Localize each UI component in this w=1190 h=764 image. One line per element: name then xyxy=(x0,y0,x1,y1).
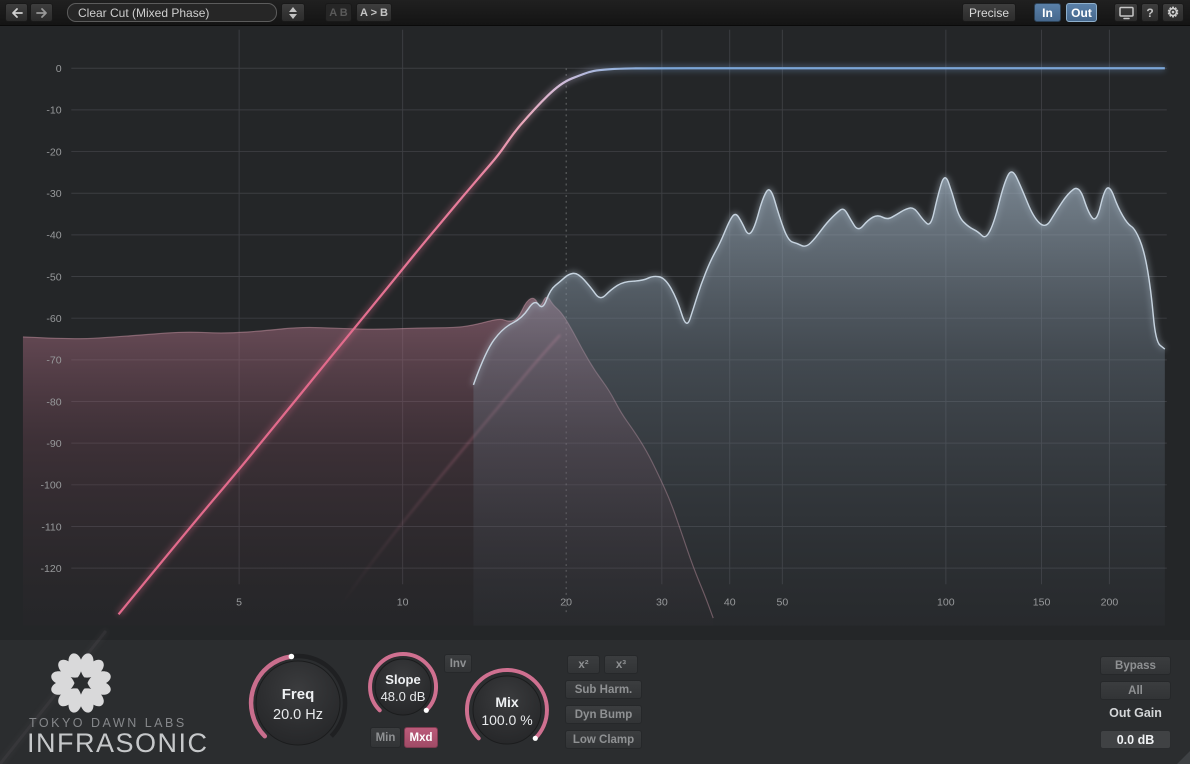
knob-indicator-dot xyxy=(424,708,429,713)
spectrum-display[interactable]: 0 -10 -20 -30 -40 -50 -60 -70 -80 -90 -100 -110 -120… xyxy=(0,25,1190,640)
sub-harmonics-button[interactable]: Sub Harm. xyxy=(565,680,642,699)
svg-text:-120: -120 xyxy=(41,563,62,575)
invert-button[interactable]: Inv xyxy=(444,654,472,673)
knob-body xyxy=(375,659,431,715)
gear-icon: ⚙ xyxy=(1167,4,1180,21)
stepper-down-icon[interactable] xyxy=(289,14,297,19)
knob-label: Freq xyxy=(282,686,315,703)
x2-button[interactable]: x² xyxy=(567,655,600,674)
mix-knob[interactable]: Mix 100.0 % xyxy=(462,665,552,755)
bypass-all-button[interactable]: All xyxy=(1100,681,1171,700)
display-mode-button[interactable] xyxy=(1114,3,1138,22)
output-spectrum-area xyxy=(473,172,1164,626)
svg-text:-110: -110 xyxy=(41,521,61,533)
stepper-up-icon[interactable] xyxy=(289,7,297,12)
settings-button[interactable]: ⚙ xyxy=(1162,3,1184,22)
ab-toggle-button[interactable]: A B xyxy=(325,3,352,22)
svg-text:-80: -80 xyxy=(46,396,61,408)
tdl-flower-logo xyxy=(50,652,112,714)
knob-body xyxy=(473,676,541,744)
svg-text:150: 150 xyxy=(1033,596,1051,608)
svg-text:10: 10 xyxy=(397,596,409,608)
out-gain-label: Out Gain xyxy=(1100,706,1171,720)
knob-value: 48.0 dB xyxy=(381,689,426,704)
meter-out-button[interactable]: Out xyxy=(1066,3,1097,22)
preset-forward-button[interactable] xyxy=(30,3,53,22)
svg-text:-50: -50 xyxy=(46,271,61,283)
svg-text:-100: -100 xyxy=(41,480,62,492)
slope-knob[interactable]: Slope 48.0 dB xyxy=(363,647,443,727)
precise-button[interactable]: Precise xyxy=(962,3,1016,22)
svg-text:-90: -90 xyxy=(46,438,61,450)
svg-text:50: 50 xyxy=(776,596,788,608)
help-button[interactable]: ? xyxy=(1141,3,1159,22)
forward-arrow-icon xyxy=(34,6,50,20)
svg-text:-10: -10 xyxy=(46,105,61,117)
knob-indicator-dot xyxy=(289,654,295,660)
svg-text:-60: -60 xyxy=(46,313,61,325)
x3-button[interactable]: x³ xyxy=(604,655,638,674)
svg-text:-40: -40 xyxy=(46,230,61,242)
svg-text:0: 0 xyxy=(56,63,62,75)
knob-body xyxy=(256,661,340,745)
dyn-bump-button[interactable]: Dyn Bump xyxy=(565,705,642,724)
svg-text:-20: -20 xyxy=(46,146,61,158)
back-arrow-icon xyxy=(9,6,25,20)
phase-mixed-button[interactable]: Mxd xyxy=(404,727,438,748)
low-clamp-button[interactable]: Low Clamp xyxy=(565,730,642,749)
preset-selector[interactable]: Clear Cut (Mixed Phase) xyxy=(67,3,277,22)
svg-text:200: 200 xyxy=(1101,596,1119,608)
knob-indicator-dot xyxy=(533,736,538,741)
ab-copy-button[interactable]: A > B xyxy=(356,3,392,22)
preset-stepper[interactable] xyxy=(281,3,305,22)
meter-in-button[interactable]: In xyxy=(1034,3,1061,22)
bypass-button[interactable]: Bypass xyxy=(1100,656,1171,675)
resize-grip[interactable] xyxy=(1177,751,1190,764)
control-panel: TOKYO DAWN LABS INFRASONIC Freq 20.0 Hz … xyxy=(0,640,1190,764)
preset-back-button[interactable] xyxy=(5,3,28,22)
svg-text:-70: -70 xyxy=(46,355,61,367)
svg-text:5: 5 xyxy=(236,596,242,608)
knob-value: 20.0 Hz xyxy=(273,707,323,723)
monitor-icon xyxy=(1118,5,1135,20)
preset-name: Clear Cut (Mixed Phase) xyxy=(78,6,209,20)
svg-text:-30: -30 xyxy=(46,188,61,200)
svg-text:20: 20 xyxy=(560,596,572,608)
help-icon: ? xyxy=(1146,6,1153,20)
out-gain-value[interactable]: 0.0 dB xyxy=(1100,730,1171,749)
knob-label: Slope xyxy=(385,672,420,687)
knob-label: Mix xyxy=(495,694,519,710)
phase-min-button[interactable]: Min xyxy=(370,727,401,748)
toolbar: Clear Cut (Mixed Phase) A B A > B Precis… xyxy=(0,0,1190,26)
svg-text:40: 40 xyxy=(724,596,736,608)
svg-text:100: 100 xyxy=(937,596,955,608)
plugin-window: Clear Cut (Mixed Phase) A B A > B Precis… xyxy=(0,0,1190,764)
knob-value: 100.0 % xyxy=(481,712,532,728)
freq-knob[interactable]: Freq 20.0 Hz xyxy=(240,645,356,761)
svg-text:30: 30 xyxy=(656,596,668,608)
